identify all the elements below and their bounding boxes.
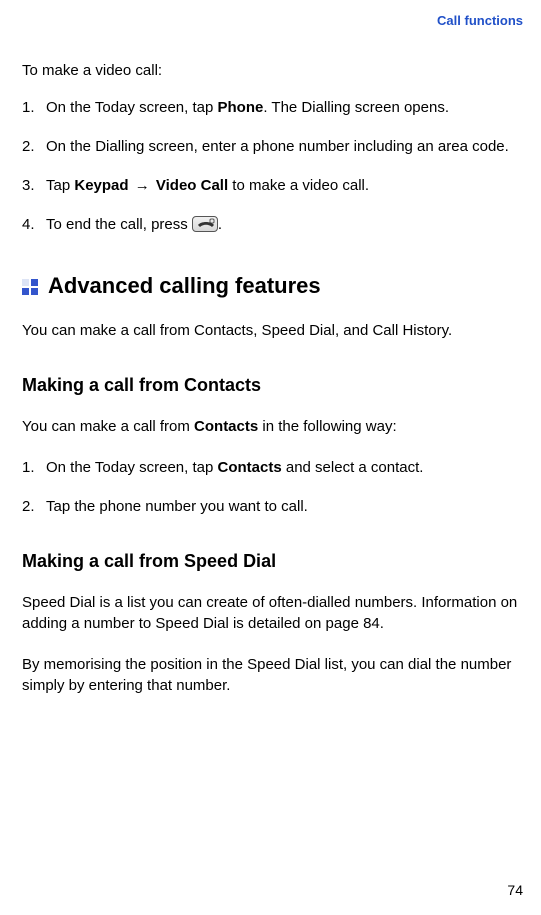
- step-text: .: [218, 216, 222, 233]
- step-text: To end the call, press: [46, 216, 192, 233]
- text: You can make a call from: [22, 418, 194, 435]
- step-text: On the Today screen, tap: [46, 99, 218, 116]
- video-call-steps: On the Today screen, tap Phone. The Dial…: [22, 97, 525, 235]
- step-bold: Keypad: [74, 177, 128, 194]
- list-item: To end the call, press .: [22, 214, 525, 235]
- squares-icon: [22, 279, 38, 295]
- speed-dial-heading: Making a call from Speed Dial: [22, 549, 525, 574]
- list-item: Tap the phone number you want to call.: [22, 496, 525, 517]
- step-text: Tap: [46, 177, 74, 194]
- step-text: . The Dialling screen opens.: [263, 99, 449, 116]
- step-text: On the Today screen, tap: [46, 459, 218, 476]
- list-item: On the Dialling screen, enter a phone nu…: [22, 136, 525, 157]
- text-bold: Contacts: [194, 418, 258, 435]
- list-item: On the Today screen, tap Phone. The Dial…: [22, 97, 525, 118]
- end-call-icon: [192, 216, 218, 232]
- step-bold: Video Call: [156, 177, 228, 194]
- advanced-intro: You can make a call from Contacts, Speed…: [22, 320, 525, 341]
- advanced-heading: Advanced calling features: [48, 271, 321, 302]
- list-item: Tap Keypad → Video Call to make a video …: [22, 175, 525, 196]
- header-section-label: Call functions: [22, 12, 525, 30]
- step-text: and select a contact.: [282, 459, 424, 476]
- speed-dial-p1: Speed Dial is a list you can create of o…: [22, 592, 525, 634]
- section-heading-advanced: Advanced calling features: [22, 271, 525, 302]
- step-text: On the Dialling screen, enter a phone nu…: [46, 138, 509, 155]
- step-bold: Contacts: [218, 459, 282, 476]
- speed-dial-p2: By memorising the position in the Speed …: [22, 654, 525, 696]
- video-call-intro: To make a video call:: [22, 60, 525, 81]
- page-number: 74: [507, 881, 523, 901]
- step-text: to make a video call.: [228, 177, 369, 194]
- contacts-steps: On the Today screen, tap Contacts and se…: [22, 457, 525, 517]
- list-item: On the Today screen, tap Contacts and se…: [22, 457, 525, 478]
- contacts-heading: Making a call from Contacts: [22, 373, 525, 398]
- step-bold: Phone: [218, 99, 264, 116]
- text: in the following way:: [258, 418, 396, 435]
- arrow-icon: →: [129, 177, 156, 194]
- step-text: Tap the phone number you want to call.: [46, 498, 308, 515]
- contacts-intro: You can make a call from Contacts in the…: [22, 416, 525, 437]
